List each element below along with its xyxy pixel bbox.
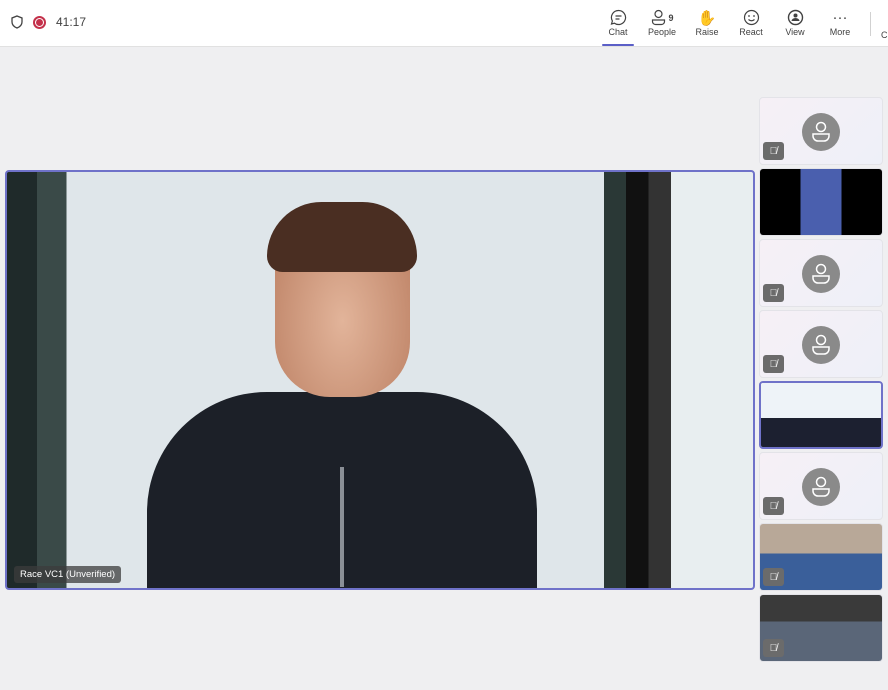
- mic-muted-icon: 🎙̸: [763, 639, 784, 657]
- meeting-timer: 41:17: [56, 15, 87, 29]
- main-video-stage[interactable]: Race VC1 (Unverified): [5, 170, 755, 590]
- participant-video: [147, 202, 537, 588]
- participant-tile[interactable]: 🎙̸: [759, 594, 883, 662]
- mic-muted-icon: 🎙̸: [763, 355, 784, 373]
- react-button[interactable]: React: [729, 8, 773, 37]
- participant-name-tag: Race VC1 (Unverified): [14, 566, 122, 583]
- people-count-badge: 9: [668, 12, 674, 23]
- avatar-placeholder-icon: [802, 326, 840, 364]
- participant-tile[interactable]: 🎙̸: [759, 239, 883, 307]
- people-button[interactable]: 9 People: [640, 8, 684, 37]
- participant-video: [761, 383, 881, 447]
- participant-tile[interactable]: 🎙̸: [759, 452, 883, 520]
- participant-tile[interactable]: [759, 381, 883, 449]
- participant-tile[interactable]: 🎙̸: [759, 523, 883, 591]
- truncated-button-label[interactable]: C: [881, 30, 888, 40]
- raise-hand-icon: ✋: [697, 9, 717, 27]
- view-icon: [773, 8, 817, 27]
- more-icon: ···: [832, 9, 848, 26]
- avatar-placeholder-icon: [802, 255, 840, 293]
- mic-muted-icon: 🎙̸: [763, 497, 784, 515]
- raise-hand-button[interactable]: ✋ Raise: [685, 8, 729, 38]
- chat-icon: [596, 8, 640, 27]
- people-icon: [652, 9, 666, 26]
- view-button[interactable]: View: [773, 8, 817, 37]
- recording-icon: [33, 15, 46, 29]
- participant-tile[interactable]: 🎙̸: [759, 97, 883, 165]
- toolbar-divider: [870, 12, 871, 36]
- react-smiley-icon: [729, 8, 773, 27]
- avatar-placeholder-icon: [802, 113, 840, 151]
- shield-icon: [11, 15, 23, 29]
- mic-muted-icon: 🎙̸: [763, 142, 784, 160]
- meeting-toolbar: 41:17 Chat 9 People ✋ Raise React View ·…: [0, 0, 888, 47]
- participant-tile[interactable]: 🎙̸: [759, 310, 883, 378]
- more-button[interactable]: ··· More: [818, 8, 862, 37]
- chat-button[interactable]: Chat: [596, 8, 640, 46]
- mic-muted-icon: 🎙̸: [763, 568, 784, 586]
- participant-tile[interactable]: [759, 168, 883, 236]
- mic-muted-icon: 🎙̸: [763, 284, 784, 302]
- avatar-placeholder-icon: [802, 468, 840, 506]
- participant-video: [760, 169, 882, 235]
